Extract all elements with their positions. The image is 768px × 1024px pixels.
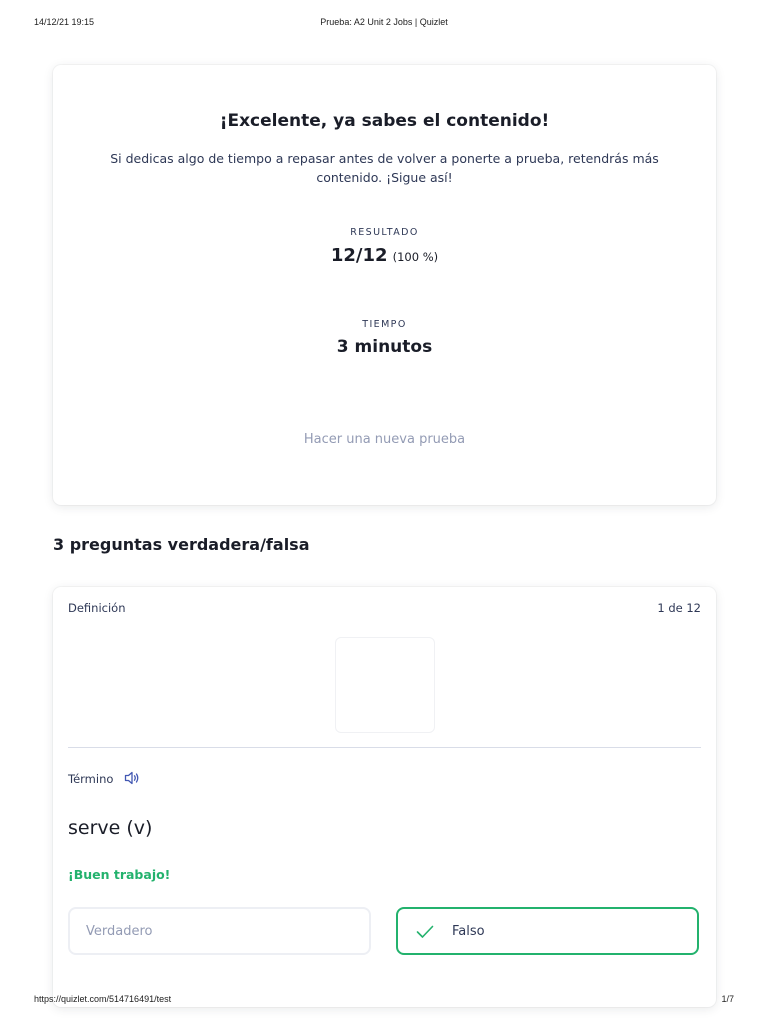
term-label: Término <box>68 772 114 786</box>
option-false-label: Falso <box>452 924 485 939</box>
time-value: 3 minutos <box>336 337 433 357</box>
time-label: TIEMPO <box>362 319 407 330</box>
print-doc-title: Prueba: A2 Unit 2 Jobs | Quizlet <box>320 17 448 27</box>
print-page-number: 1/7 <box>721 994 734 1004</box>
option-true-label: Verdadero <box>86 924 153 939</box>
print-url: https://quizlet.com/514716491/test <box>34 994 172 1004</box>
section-title: 3 preguntas verdadera/falsa <box>53 535 310 554</box>
definition-label: Definición <box>68 601 126 615</box>
divider <box>68 747 701 748</box>
score-percent: (100 %) <box>392 250 439 264</box>
result-subtitle: Si dedicas algo de tiempo a repasar ante… <box>110 151 659 185</box>
score-value: 12/12 <box>330 245 388 266</box>
print-footer: https://quizlet.com/514716491/test 1/7 <box>0 994 768 1008</box>
print-header: 14/12/21 19:15 Prueba: A2 Unit 2 Jobs | … <box>0 17 768 31</box>
result-title: ¡Excelente, ya sabes el contenido! <box>219 111 550 131</box>
question-counter: 1 de 12 <box>657 601 701 615</box>
result-card: ¡Excelente, ya sabes el contenido! Si de… <box>53 65 716 505</box>
term-text: serve (v) <box>68 817 153 839</box>
retry-test-link[interactable]: Hacer una nueva prueba <box>53 432 716 447</box>
option-true-button[interactable]: Verdadero <box>68 907 371 955</box>
definition-image-placeholder <box>335 637 435 733</box>
score-label: RESULTADO <box>350 227 419 238</box>
check-icon <box>416 925 434 938</box>
score-line: 12/12 (100 %) <box>53 245 716 266</box>
feedback-message: ¡Buen trabajo! <box>68 867 171 882</box>
option-false-button[interactable]: Falso <box>396 907 699 955</box>
question-card: Definición 1 de 12 Término serve (v) ¡Bu… <box>53 587 716 1007</box>
speaker-icon[interactable] <box>124 771 140 785</box>
